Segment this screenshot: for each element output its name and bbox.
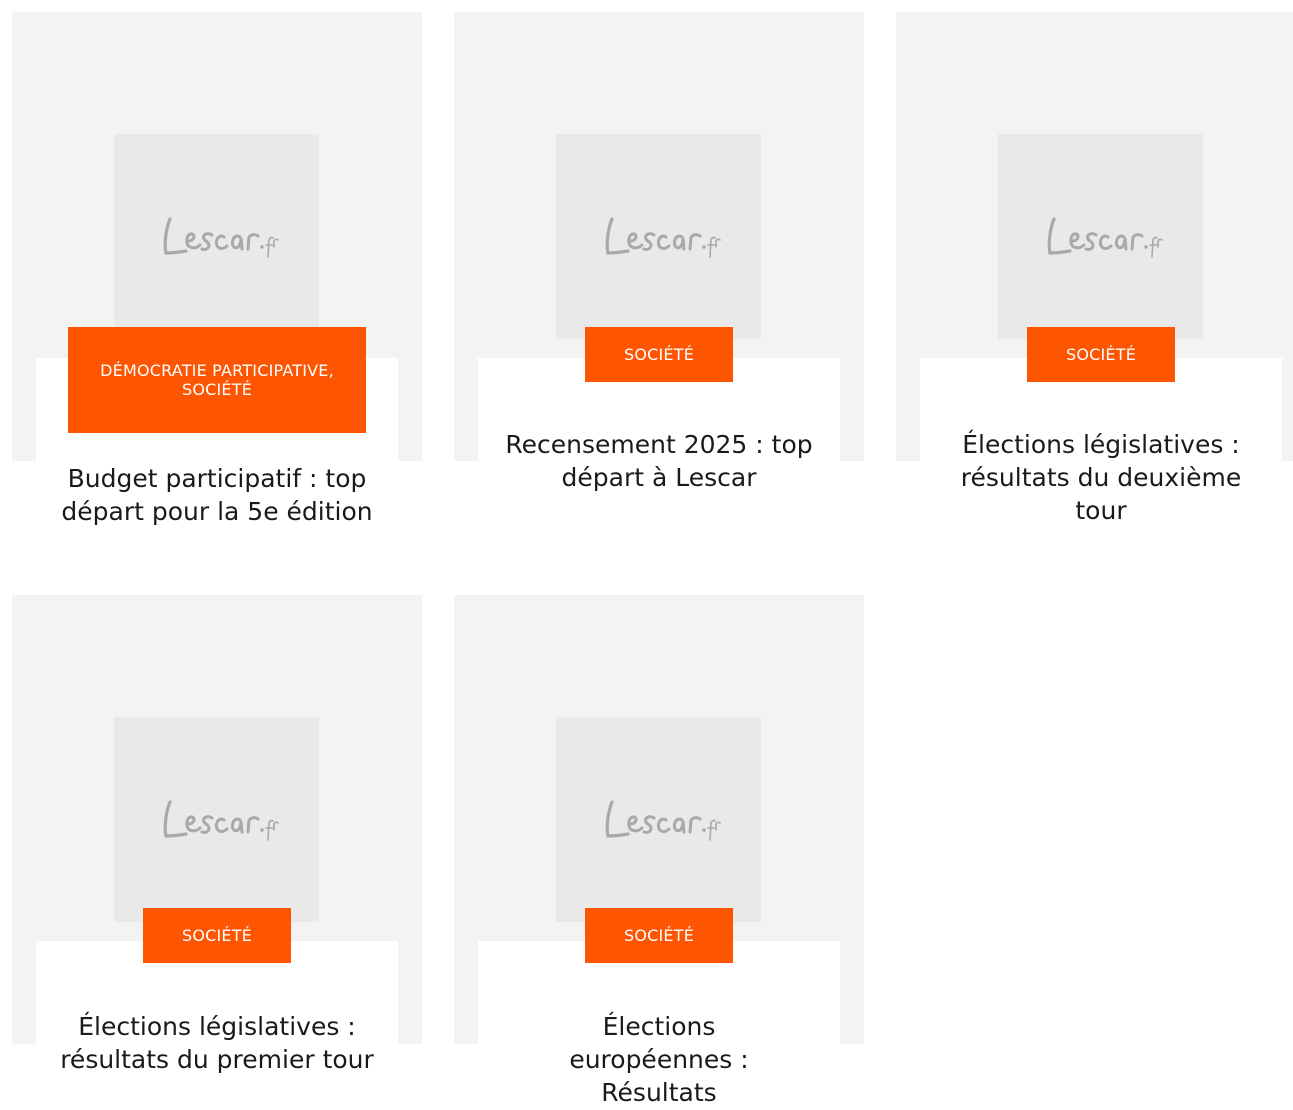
article-card[interactable]	[454, 12, 864, 461]
lescar-logo-icon	[163, 216, 279, 258]
article-title[interactable]: Budget participatif : top départ pour la…	[40, 462, 394, 528]
article-card[interactable]	[12, 595, 422, 1044]
article-thumbnail[interactable]	[556, 134, 761, 339]
article-card[interactable]	[896, 12, 1293, 461]
lescar-logo-icon	[1047, 216, 1163, 258]
article-title[interactable]: Élections législatives : résultats du pr…	[48, 1010, 386, 1076]
category-badge[interactable]: SOCIÉTÉ	[1027, 327, 1175, 382]
article-thumbnail[interactable]	[556, 717, 761, 922]
category-badge[interactable]: SOCIÉTÉ	[585, 908, 733, 963]
lescar-logo-icon	[605, 216, 721, 258]
lescar-logo-icon	[163, 799, 279, 841]
article-thumbnail[interactable]	[114, 717, 319, 922]
article-grid: DÉMOCRATIE PARTICIPATIVE, SOCIÉTÉ Budget…	[0, 0, 1293, 1110]
article-title[interactable]: Élections législatives : résultats du de…	[932, 428, 1270, 527]
article-title[interactable]: Élections européennes : Résultats	[540, 1010, 778, 1109]
article-card[interactable]	[454, 595, 864, 1044]
lescar-logo-icon	[605, 799, 721, 841]
category-badge[interactable]: DÉMOCRATIE PARTICIPATIVE, SOCIÉTÉ	[68, 327, 366, 433]
article-title[interactable]: Recensement 2025 : top départ à Lescar	[490, 428, 828, 494]
category-badge[interactable]: SOCIÉTÉ	[143, 908, 291, 963]
article-thumbnail[interactable]	[998, 134, 1203, 339]
category-badge[interactable]: SOCIÉTÉ	[585, 327, 733, 382]
article-thumbnail[interactable]	[114, 134, 319, 339]
